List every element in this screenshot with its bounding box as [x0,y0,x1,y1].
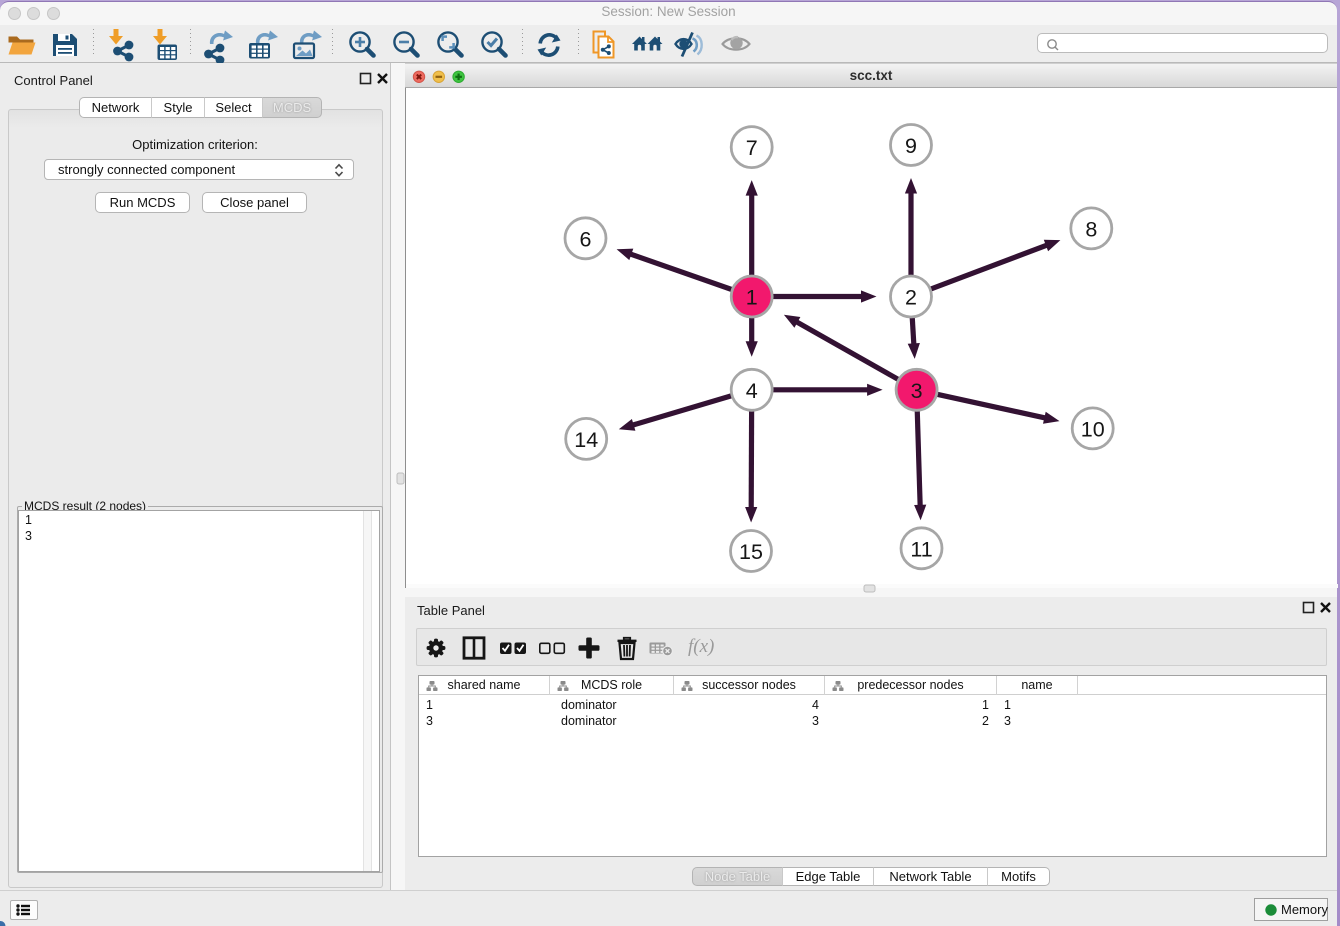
svg-text:11: 11 [910,538,932,562]
svg-text:2: 2 [905,286,917,310]
svg-text:15: 15 [739,540,763,564]
svg-text:4: 4 [746,379,758,403]
svg-text:7: 7 [746,136,758,160]
svg-text:6: 6 [580,228,592,252]
svg-text:10: 10 [1081,418,1105,442]
svg-text:9: 9 [905,134,917,158]
svg-text:8: 8 [1085,218,1097,242]
svg-text:3: 3 [911,379,923,403]
svg-text:1: 1 [746,286,758,310]
svg-text:14: 14 [574,428,598,452]
